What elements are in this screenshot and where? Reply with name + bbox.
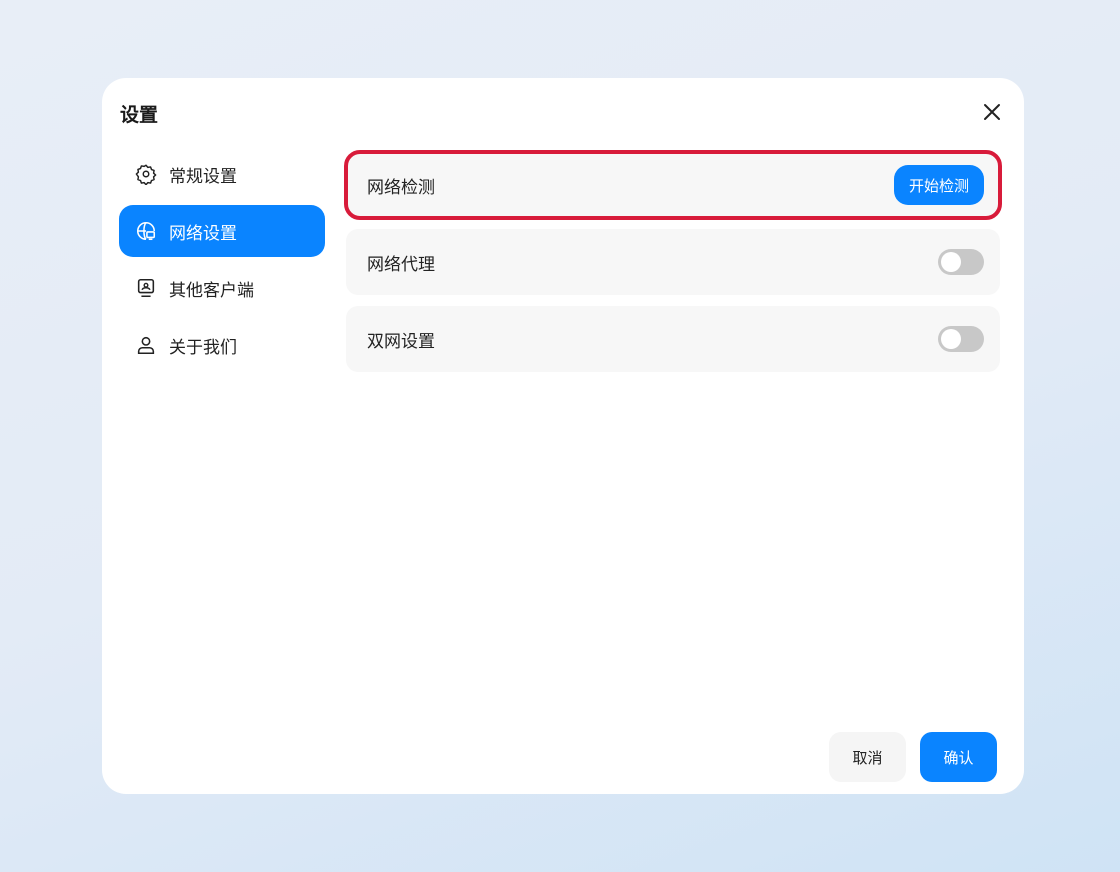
- sidebar-item-general[interactable]: 常规设置: [119, 148, 325, 200]
- sidebar-item-label: 其他客户端: [169, 280, 254, 301]
- dialog-footer: 取消 确认: [829, 732, 997, 782]
- sidebar-item-label: 关于我们: [169, 337, 237, 358]
- row-label: 网络检测: [367, 177, 435, 198]
- network-test-row: 网络检测 开始检测: [344, 150, 1002, 220]
- user-icon: [137, 336, 155, 355]
- sidebar-item-label: 常规设置: [169, 166, 237, 187]
- cancel-button[interactable]: 取消: [829, 732, 906, 782]
- sidebar-item-other-clients[interactable]: 其他客户端: [119, 262, 325, 314]
- dual-network-toggle[interactable]: [938, 326, 984, 352]
- sidebar-item-network[interactable]: 网络设置: [119, 205, 325, 257]
- close-icon[interactable]: [980, 100, 1004, 124]
- monitor-icon: [137, 278, 155, 298]
- row-label: 双网设置: [367, 331, 435, 352]
- settings-list: 网络检测 开始检测 网络代理 双网设置: [344, 150, 1002, 383]
- sidebar-item-about[interactable]: 关于我们: [119, 319, 325, 371]
- sidebar-item-label: 网络设置: [169, 223, 237, 244]
- dialog-title: 设置: [120, 104, 159, 126]
- network-proxy-row: 网络代理: [346, 229, 1000, 295]
- start-test-button[interactable]: 开始检测: [893, 165, 984, 205]
- row-label: 网络代理: [367, 254, 435, 275]
- settings-dialog: 设置 常规设置 网络设置 其他客户端 关于我们 网络检测 开始检测 网络代理 双…: [102, 78, 1024, 794]
- gear-icon: [135, 164, 157, 185]
- network-proxy-toggle[interactable]: [938, 249, 984, 275]
- dual-network-row: 双网设置: [346, 306, 1000, 372]
- globe-icon: [137, 221, 156, 241]
- sidebar: 常规设置 网络设置 其他客户端 关于我们: [119, 148, 325, 376]
- confirm-button[interactable]: 确认: [920, 732, 997, 782]
